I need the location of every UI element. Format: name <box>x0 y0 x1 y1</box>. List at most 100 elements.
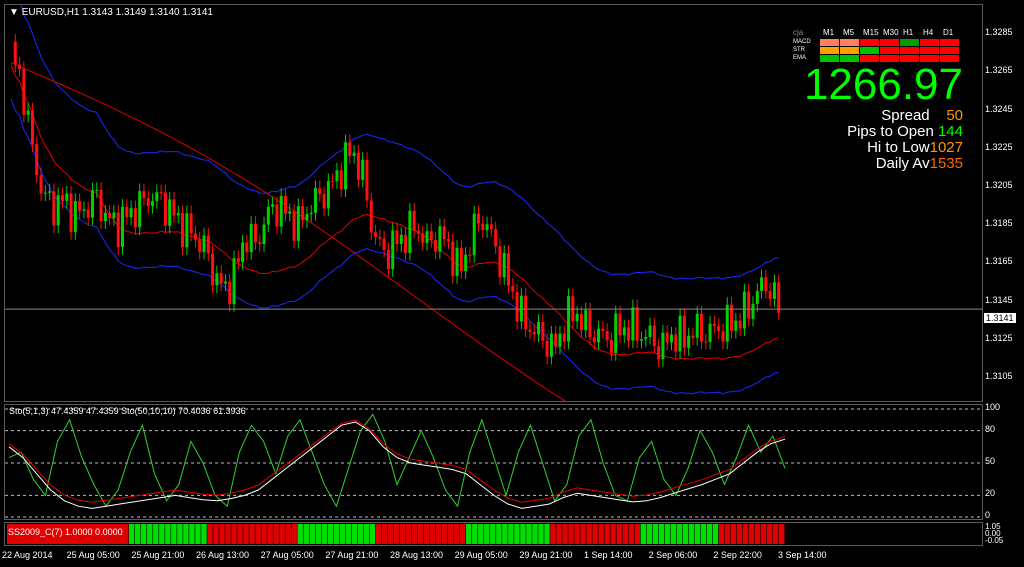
ss2009-bar <box>447 524 454 544</box>
candle-body <box>73 201 77 233</box>
time-tick: 22 Aug 2014 <box>2 550 53 560</box>
ss2009-bar <box>514 524 520 544</box>
ss2009-bar <box>147 524 153 544</box>
daily-label: Daily Av <box>875 155 930 172</box>
candle-body <box>537 321 541 335</box>
candle-body <box>446 239 450 242</box>
candle-body <box>429 231 433 240</box>
dropdown-icon[interactable]: ▼ <box>9 7 19 18</box>
candle-body <box>215 273 219 286</box>
spread-label: Spread <box>881 107 930 124</box>
mtf-tf-M15: M15 <box>863 28 879 37</box>
candle-body <box>241 242 245 263</box>
candle-body <box>519 295 523 322</box>
candle-body <box>275 204 279 227</box>
candle-body <box>249 223 253 253</box>
ss2009-bar <box>387 524 394 544</box>
ss2009-bar <box>532 524 538 544</box>
time-tick: 3 Sep 14:00 <box>778 550 827 560</box>
spread-row: Spread 50 <box>790 108 963 124</box>
sto-slow-line <box>8 419 786 503</box>
ss2009-bar <box>177 524 183 544</box>
candle-body <box>86 209 90 218</box>
mtf-cell <box>860 47 879 54</box>
ss2009-bar <box>393 524 400 544</box>
candle-body <box>408 210 412 253</box>
candle-body <box>562 333 566 342</box>
ss2009-bar <box>562 524 568 544</box>
ss2009-bar <box>315 524 321 544</box>
ss2009-bar <box>502 524 508 544</box>
candle-body <box>682 315 686 348</box>
candle-body <box>421 233 425 243</box>
mtf-row-MACD: MACD <box>793 39 811 45</box>
ss2009-bar <box>351 524 358 544</box>
candle-body <box>13 41 17 65</box>
mtf-cell <box>880 39 899 46</box>
price-tick: 1.3105 <box>985 370 1013 381</box>
mtf-tf-H4: H4 <box>923 28 934 37</box>
ss2009-bar <box>141 524 147 544</box>
candle-body <box>635 307 639 341</box>
ss2009-bar <box>754 524 761 544</box>
candle-body <box>129 208 133 218</box>
candle-body <box>631 307 635 341</box>
candle-body <box>172 199 176 216</box>
candle-body <box>768 290 772 299</box>
candle-body <box>189 213 193 234</box>
candle-body <box>344 142 348 190</box>
stochastic-pane[interactable]: Sto(5,1,3) 47.4359 47.4359 Sto(50,10,10)… <box>4 404 983 520</box>
candle-body <box>678 315 682 352</box>
sto-tick: 50 <box>985 456 996 466</box>
ss2009-bar <box>129 524 135 544</box>
candle-body <box>374 232 378 238</box>
ss2009-bar <box>688 524 695 544</box>
ss2009-bar <box>369 524 376 544</box>
mtf-tf-M30: M30 <box>883 28 899 37</box>
candle-body <box>622 327 626 336</box>
ss2009-bar <box>700 524 707 544</box>
time-tick: 29 Aug 05:00 <box>454 550 508 560</box>
candle-body <box>236 258 240 263</box>
time-tick: 2 Sep 22:00 <box>713 550 762 560</box>
ss2009-bar <box>490 524 496 544</box>
ss2009-bar <box>478 524 484 544</box>
candle-body <box>502 252 506 278</box>
candle-body <box>271 204 275 207</box>
candle-body <box>382 238 386 250</box>
ss2009-bar <box>628 524 634 544</box>
time-tick: 28 Aug 13:00 <box>390 550 444 560</box>
candle-body <box>618 313 622 336</box>
ss2009-bar <box>411 524 418 544</box>
mtf-cell <box>820 39 839 46</box>
mtf-cell <box>900 39 919 46</box>
candle-body <box>395 230 399 245</box>
candle-body <box>223 281 227 284</box>
ss2009-bar <box>225 524 231 544</box>
ss2009-pane[interactable]: SS2009_C(7) 1.0000 0.0000 <box>4 522 983 546</box>
ss2009-bar <box>183 524 189 544</box>
hilo-value: 1027 <box>929 139 963 156</box>
ss2009-bar <box>622 524 628 544</box>
candle-body <box>262 224 266 245</box>
candle-body <box>464 254 468 272</box>
candle-body <box>56 195 60 226</box>
candle-body <box>266 206 270 225</box>
candle-body <box>734 320 738 331</box>
time-tick: 27 Aug 21:00 <box>325 550 379 560</box>
candle-body <box>206 235 210 254</box>
candle-body <box>588 310 592 338</box>
ss2009-bar <box>508 524 514 544</box>
pips-row: Pips to Open 144 <box>790 124 963 140</box>
ss2009-bar <box>165 524 171 544</box>
ss2009-bar <box>568 524 574 544</box>
ss2009-bar <box>748 524 755 544</box>
candle-body <box>39 175 43 194</box>
candle-body <box>644 337 648 340</box>
candle-body <box>116 212 120 248</box>
ss2009-bar <box>261 524 267 544</box>
ss2009-bar <box>429 524 436 544</box>
mtf-cell <box>940 47 959 54</box>
ss2009-bar <box>195 524 201 544</box>
ss2009-bar <box>441 524 448 544</box>
